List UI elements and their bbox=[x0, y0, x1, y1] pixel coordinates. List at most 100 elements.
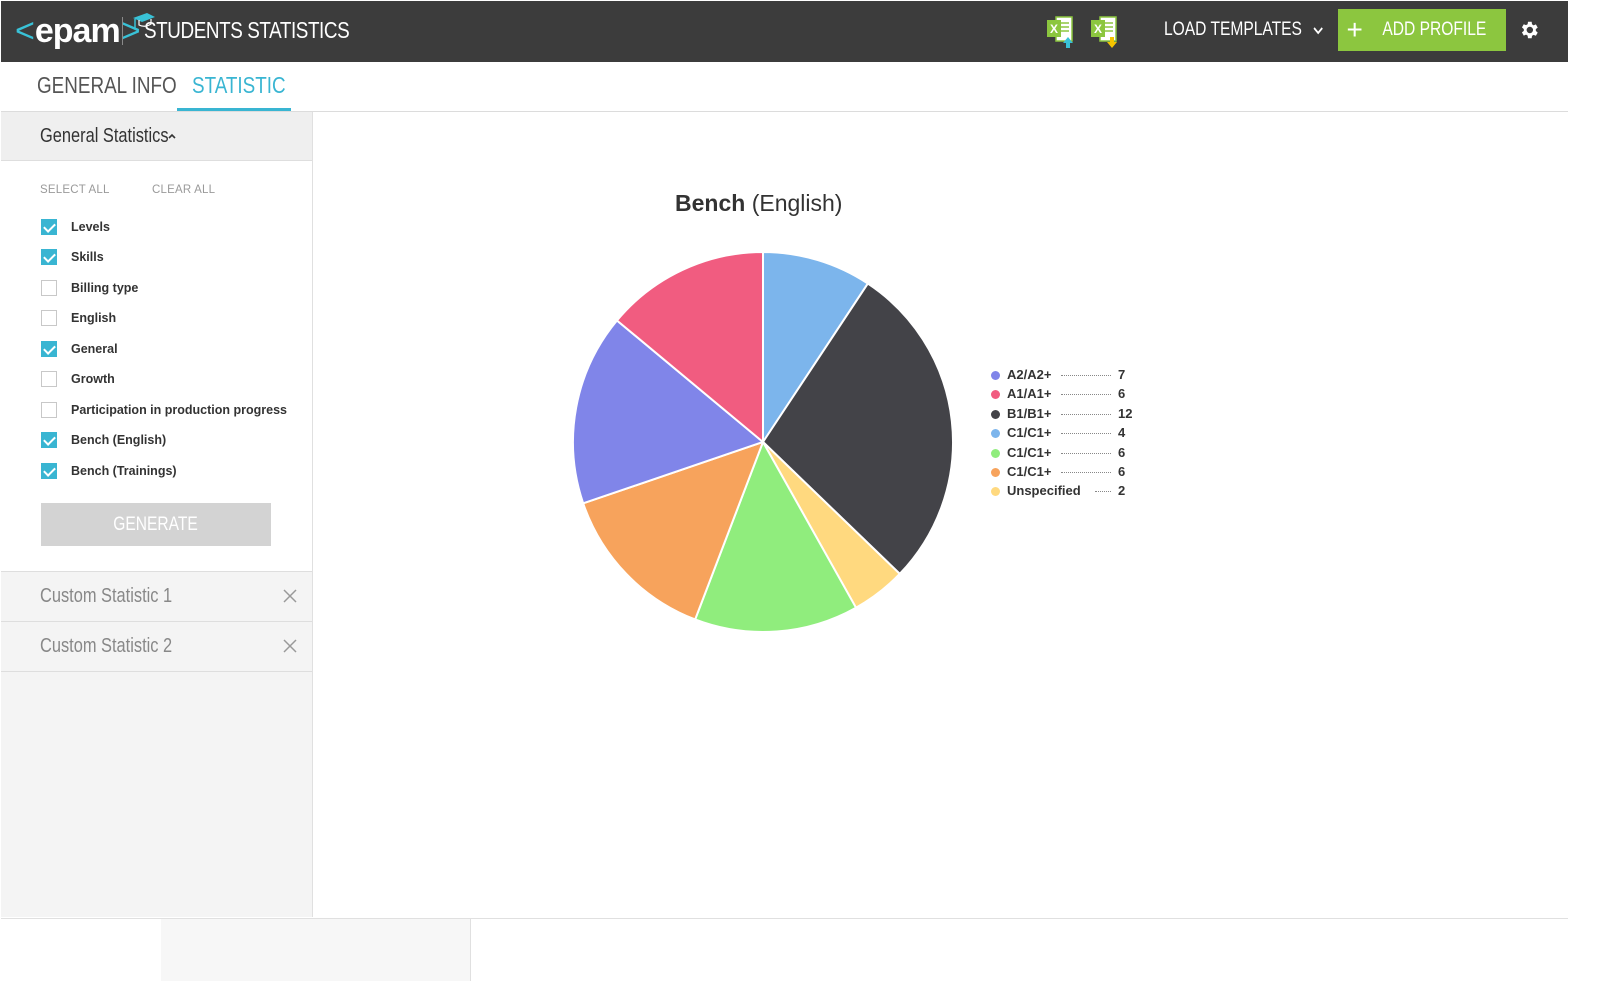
legend-label: B1/B1+ bbox=[1007, 405, 1052, 421]
custom-statistic-label: Custom Statistic 1 bbox=[40, 585, 173, 607]
option-label: Billing type bbox=[71, 281, 139, 295]
general-statistics-header[interactable]: General Statistics bbox=[1, 112, 312, 161]
app-frame: < epam > STUDENTS STATISTICS X X LOAD TE… bbox=[1, 1, 1568, 981]
logo-left-bracket: < bbox=[15, 11, 35, 50]
option-bench-english[interactable]: Bench (English) bbox=[41, 431, 166, 449]
option-label: Bench (English) bbox=[71, 433, 167, 447]
chart-title-main: Bench bbox=[675, 190, 746, 216]
gear-icon[interactable] bbox=[1518, 19, 1540, 41]
legend-label: A2/A2+ bbox=[1007, 367, 1052, 382]
option-skills[interactable]: Skills bbox=[41, 248, 104, 266]
checkbox[interactable] bbox=[41, 219, 57, 235]
legend-value: 6 bbox=[1118, 386, 1126, 402]
close-icon[interactable] bbox=[283, 639, 297, 653]
load-templates-dropdown[interactable]: LOAD TEMPLATES bbox=[1164, 19, 1323, 41]
legend-marker bbox=[991, 487, 1000, 497]
chart-title-sub: (English) bbox=[751, 190, 843, 216]
option-label: Levels bbox=[71, 220, 110, 234]
select-all-link[interactable]: SELECT ALL bbox=[40, 184, 110, 196]
chevron-down-icon bbox=[1313, 27, 1323, 35]
general-statistics-title: General Statistics bbox=[40, 125, 169, 147]
close-icon[interactable] bbox=[283, 589, 297, 603]
option-label: Growth bbox=[71, 372, 115, 386]
legend-label: Unspecified bbox=[1007, 483, 1081, 499]
clear-all-link[interactable]: CLEAR ALL bbox=[152, 184, 215, 196]
statistics-sidebar: General Statistics SELECT ALL CLEAR ALL … bbox=[1, 112, 313, 917]
active-tab-indicator bbox=[177, 108, 291, 111]
plus-icon: + bbox=[1346, 14, 1363, 45]
option-label: Bench (Trainings) bbox=[71, 464, 177, 478]
legend-label: A1/A1+ bbox=[1007, 386, 1052, 402]
add-profile-label: ADD PROFILE bbox=[1382, 19, 1487, 40]
option-bench-trainings[interactable]: Bench (Trainings) bbox=[41, 462, 177, 480]
custom-statistic-item[interactable]: Custom Statistic 2 bbox=[1, 621, 312, 671]
legend-value: 6 bbox=[1118, 444, 1126, 460]
svg-text:X: X bbox=[1050, 22, 1058, 36]
footer-panel bbox=[161, 919, 471, 981]
checkbox[interactable] bbox=[41, 432, 57, 448]
checkbox[interactable] bbox=[41, 402, 57, 418]
tab-general-info[interactable]: GENERAL INFO bbox=[37, 72, 177, 99]
logo-word: epam bbox=[34, 11, 121, 50]
option-label: General bbox=[71, 342, 118, 356]
legend-value: 2 bbox=[1118, 483, 1126, 499]
chevron-up-icon bbox=[168, 133, 176, 139]
legend-value: 12 bbox=[1118, 405, 1133, 421]
page-footer bbox=[1, 918, 1568, 981]
legend-label: C1/C1+ bbox=[1007, 444, 1052, 460]
add-profile-button[interactable]: + ADD PROFILE bbox=[1338, 9, 1506, 51]
legend-marker bbox=[991, 390, 1000, 400]
tab-statistic[interactable]: STATISTIC bbox=[192, 72, 286, 99]
excel-download-icon[interactable]: X bbox=[1090, 15, 1120, 49]
option-label: Skills bbox=[71, 250, 104, 264]
option-levels[interactable]: Levels bbox=[41, 218, 110, 236]
custom-list-divider bbox=[1, 671, 312, 672]
checkbox[interactable] bbox=[41, 463, 57, 479]
legend-marker bbox=[991, 448, 1000, 458]
legend-leader bbox=[1061, 433, 1111, 435]
legend-marker bbox=[991, 409, 1000, 419]
option-label: English bbox=[71, 311, 117, 325]
excel-upload-icon[interactable]: X bbox=[1046, 15, 1076, 49]
checkbox[interactable] bbox=[41, 310, 57, 326]
option-general[interactable]: General bbox=[41, 340, 118, 358]
checkbox[interactable] bbox=[41, 341, 57, 357]
chart-title: Bench (English) bbox=[675, 190, 842, 217]
legend-marker bbox=[991, 468, 1000, 477]
checkbox[interactable] bbox=[41, 249, 57, 265]
general-statistics-panel: SELECT ALL CLEAR ALL Levels Skills Billi… bbox=[1, 161, 312, 571]
legend-label: C1/C1+ bbox=[1007, 464, 1052, 479]
pie-chart[interactable] bbox=[563, 242, 963, 642]
svg-text:X: X bbox=[1094, 22, 1102, 36]
legend-value: 4 bbox=[1118, 425, 1126, 441]
app-title: STUDENTS STATISTICS bbox=[144, 17, 350, 43]
checkbox[interactable] bbox=[41, 371, 57, 387]
legend-leader bbox=[1061, 375, 1111, 376]
chart-area: Bench (English) A2/A2+ 7 A1/A1+ 6 B1/B1+ 12 C1… bbox=[313, 112, 1568, 917]
legend-label: C1/C1+ bbox=[1007, 425, 1052, 441]
generate-label: GENERATE bbox=[113, 513, 199, 535]
option-participation[interactable]: Participation in production progress bbox=[41, 401, 287, 419]
option-label: Participation in production progress bbox=[71, 403, 287, 417]
custom-statistic-label: Custom Statistic 2 bbox=[40, 635, 173, 657]
legend-value: 7 bbox=[1118, 367, 1126, 382]
option-growth[interactable]: Growth bbox=[41, 370, 115, 388]
legend-marker bbox=[991, 429, 1000, 439]
custom-statistic-item[interactable]: Custom Statistic 1 bbox=[1, 571, 312, 621]
legend-leader bbox=[1061, 452, 1111, 454]
top-header: < epam > STUDENTS STATISTICS X X LOAD TE… bbox=[1, 1, 1568, 62]
legend-leader bbox=[1061, 413, 1111, 415]
legend-leader bbox=[1095, 491, 1111, 493]
generate-button[interactable]: GENERATE bbox=[41, 503, 271, 546]
legend-leader bbox=[1061, 472, 1111, 473]
checkbox[interactable] bbox=[41, 280, 57, 296]
option-billing-type[interactable]: Billing type bbox=[41, 279, 138, 297]
legend-leader bbox=[1061, 394, 1111, 396]
legend-value: 6 bbox=[1118, 464, 1126, 479]
main-tabs: GENERAL INFO STATISTIC bbox=[1, 62, 1568, 112]
legend-marker bbox=[991, 371, 1000, 380]
option-english[interactable]: English bbox=[41, 309, 116, 327]
load-templates-label: LOAD TEMPLATES bbox=[1164, 19, 1302, 40]
epam-logo[interactable]: < epam > bbox=[15, 11, 141, 51]
header-divider bbox=[122, 17, 123, 45]
